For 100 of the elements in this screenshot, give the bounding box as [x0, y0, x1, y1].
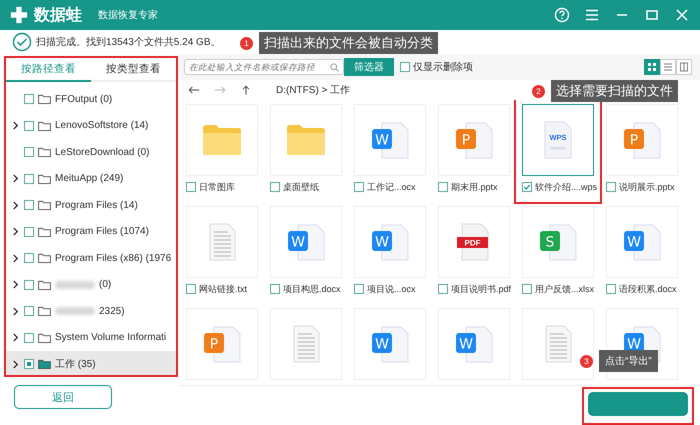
checkbox[interactable] — [438, 284, 448, 294]
checkbox[interactable] — [606, 182, 616, 192]
redaction-blur — [55, 280, 95, 289]
file-name: 说明展示.pptx — [619, 180, 675, 194]
chevron-icon[interactable] — [12, 306, 19, 316]
file-name: 工作记...ocx — [367, 180, 416, 194]
back-arrow-icon[interactable] — [188, 85, 200, 95]
scan-status-text: 扫描完成。找到13543个文件共5.24 GB。 — [36, 36, 220, 49]
view-toggle[interactable] — [676, 59, 692, 75]
folder-name: MeituApp (249) — [55, 173, 124, 184]
checkbox[interactable] — [24, 147, 34, 158]
checkbox-label: 仅显示删除项 — [413, 61, 473, 74]
file-tile[interactable]: W — [354, 206, 426, 278]
file-tile[interactable]: P — [186, 308, 258, 380]
tree-row[interactable]: FFOutput (0) — [6, 86, 176, 112]
filter-button[interactable]: 筛选器 — [344, 58, 394, 76]
folder-icon — [38, 306, 51, 316]
file-tile[interactable]: W — [270, 206, 342, 278]
annotation-tooltip: 扫描出来的文件会被自动分类 — [259, 32, 438, 54]
tree-row[interactable]: Program Files (14) — [6, 192, 176, 218]
file-name: 期末用.pptx — [451, 180, 498, 194]
file-tile[interactable]: W — [354, 104, 426, 176]
check-circle-icon — [12, 32, 32, 52]
folder-icon — [38, 94, 51, 104]
forward-arrow-icon[interactable] — [214, 85, 226, 95]
chevron-icon[interactable] — [12, 200, 19, 210]
tree-row[interactable]: 2325) — [6, 298, 176, 324]
tree-row[interactable]: 工作 (35) — [6, 351, 176, 375]
folder-icon — [38, 174, 51, 184]
help-icon[interactable] — [554, 7, 570, 23]
chevron-icon[interactable] — [12, 254, 19, 263]
checkbox[interactable] — [186, 182, 196, 192]
file-tile[interactable]: P — [438, 104, 510, 176]
file-tile[interactable]: W — [606, 206, 678, 278]
tree-row[interactable]: LeStoreDownload (0) — [6, 139, 176, 166]
search-field[interactable]: 在此处输入文件名称或保存路径 — [184, 59, 344, 75]
checkbox[interactable] — [354, 182, 364, 192]
file-tile[interactable]: PDF — [438, 206, 510, 278]
checkbox[interactable] — [438, 182, 448, 192]
file-tile[interactable] — [270, 308, 342, 380]
tree-row[interactable]: MeituApp (249) — [6, 166, 176, 192]
file-name: 项目说...ocx — [367, 282, 416, 296]
tree-row[interactable]: System Volume Informati — [6, 324, 176, 351]
file-tile[interactable]: W — [438, 308, 510, 380]
file-name: 用户反馈...xlsx — [535, 282, 594, 296]
back-button[interactable]: 返回 — [14, 385, 112, 409]
file-tile[interactable]: P — [606, 104, 678, 176]
checkbox[interactable] — [606, 284, 616, 294]
redaction-blur — [55, 307, 95, 316]
chevron-icon[interactable] — [12, 121, 19, 130]
checkbox[interactable] — [24, 359, 34, 370]
folder-icon — [38, 253, 51, 264]
checkbox[interactable] — [24, 174, 34, 184]
checkbox[interactable] — [522, 182, 532, 192]
folder-name: FFOutput (0) — [55, 94, 112, 105]
file-tile[interactable] — [186, 206, 258, 278]
up-arrow-icon[interactable] — [240, 85, 252, 95]
app-subtitle: 数据恢复专家 — [98, 8, 158, 22]
file-tile[interactable] — [522, 308, 594, 380]
tree-row[interactable]: Program Files (x86) (1976 — [6, 245, 176, 272]
checkbox[interactable] — [186, 284, 196, 294]
chevron-icon[interactable] — [12, 280, 19, 290]
folder-icon — [38, 226, 51, 237]
file-tile[interactable] — [186, 104, 258, 176]
chevron-icon[interactable] — [12, 360, 19, 369]
checkbox[interactable] — [24, 253, 34, 264]
step-number-badge: 1 — [240, 36, 253, 50]
export-button[interactable] — [588, 392, 688, 416]
step-number-badge: 2 — [532, 84, 545, 98]
file-tile[interactable] — [270, 104, 342, 176]
checkbox[interactable] — [24, 226, 34, 237]
tree-row[interactable]: Program Files (1074) — [6, 218, 176, 245]
checkbox[interactable] — [400, 62, 410, 72]
file-tile[interactable]: S — [522, 206, 594, 278]
checkbox[interactable] — [270, 182, 280, 192]
folder-name: Program Files (14) — [55, 200, 138, 211]
chevron-icon[interactable] — [12, 174, 19, 184]
checkbox[interactable] — [24, 306, 34, 316]
checkbox[interactable] — [522, 284, 532, 294]
checkbox[interactable] — [24, 120, 34, 131]
close-icon[interactable] — [674, 7, 690, 23]
folder-icon — [38, 359, 51, 370]
chevron-icon[interactable] — [12, 227, 19, 236]
tree-row[interactable]: LenovoSoftstore (14) — [6, 112, 176, 139]
checkbox[interactable] — [24, 280, 34, 290]
file-name: 日常图库 — [199, 180, 235, 194]
file-name: 项目说明书.pdf — [451, 282, 512, 296]
file-tile[interactable]: W — [354, 308, 426, 380]
checkbox[interactable] — [24, 332, 34, 343]
checkbox[interactable] — [24, 200, 34, 210]
view-toggle[interactable] — [644, 59, 660, 75]
checkbox[interactable] — [270, 284, 280, 294]
chevron-icon[interactable] — [12, 333, 19, 342]
checkbox[interactable] — [24, 94, 34, 104]
checkbox[interactable] — [354, 284, 364, 294]
view-toggle[interactable] — [660, 59, 676, 75]
menu-icon[interactable] — [584, 7, 600, 23]
search-icon[interactable] — [330, 62, 339, 72]
tree-row[interactable]: (0) — [6, 272, 176, 298]
folder-icon — [38, 332, 51, 343]
